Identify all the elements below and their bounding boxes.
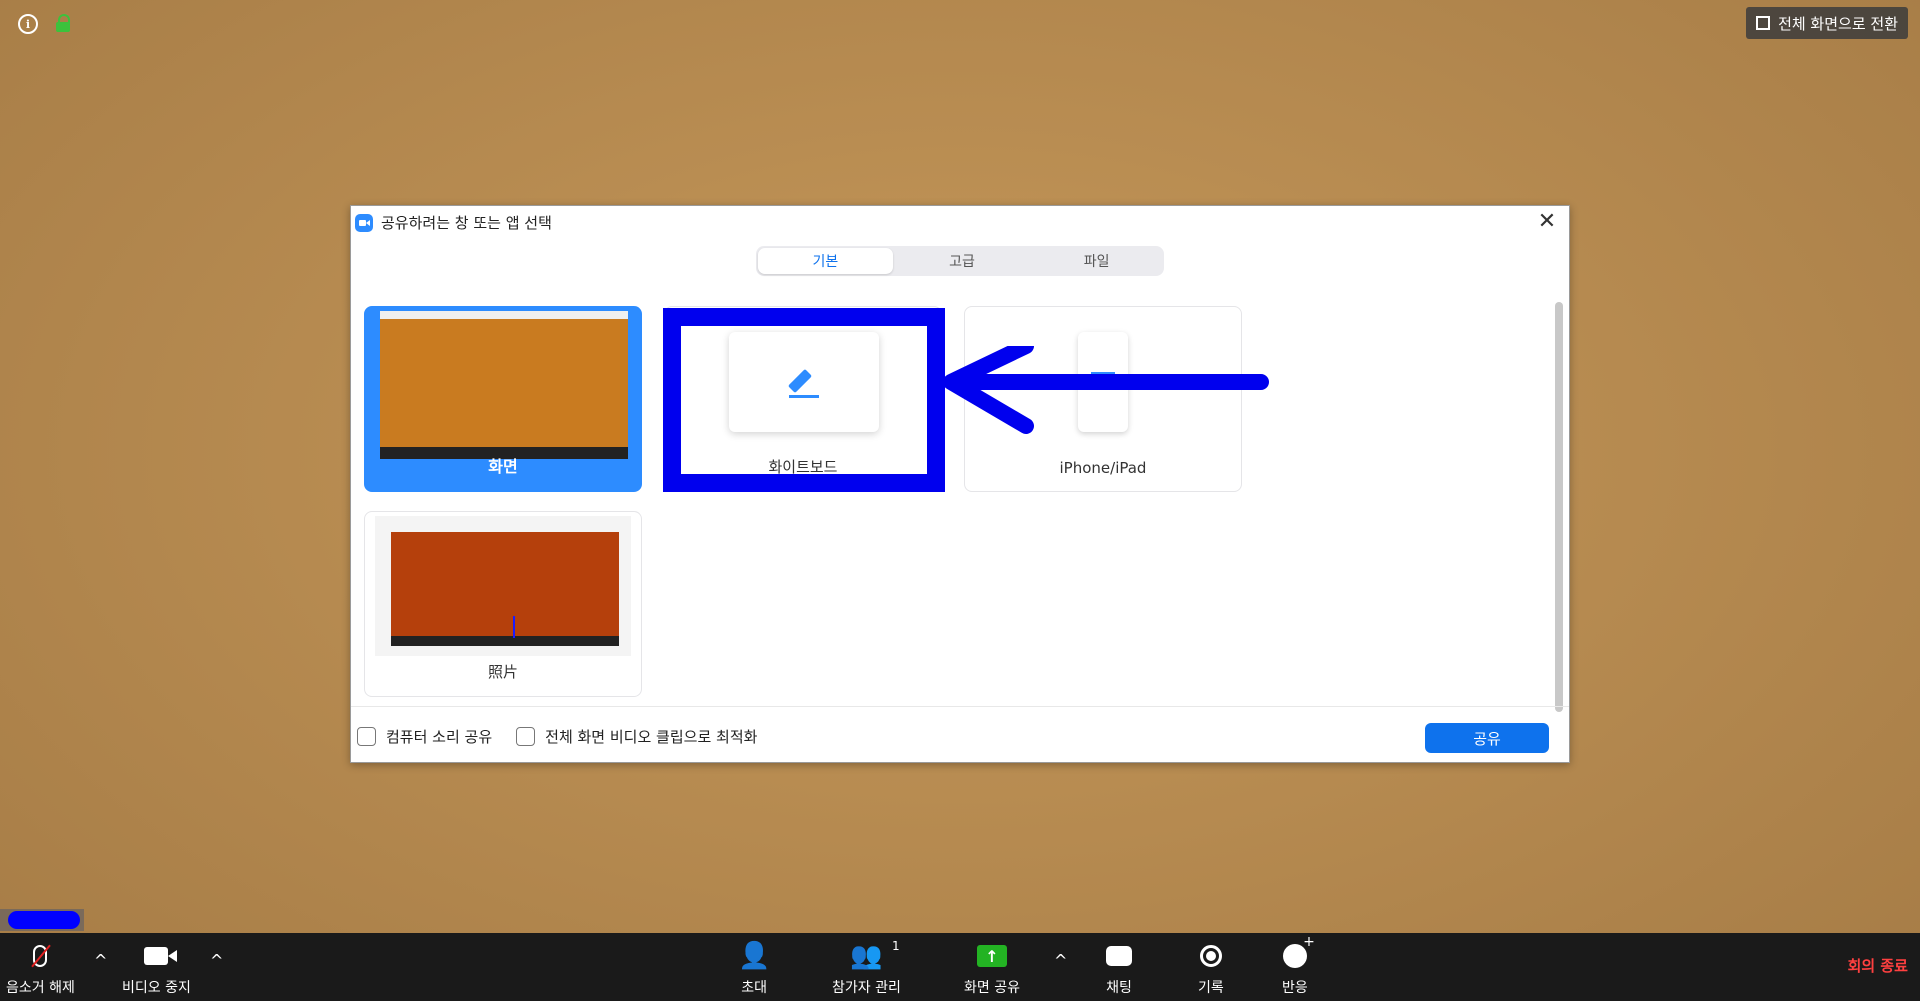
footer-divider <box>351 706 1569 707</box>
record-icon <box>1199 945 1222 967</box>
info-icon[interactable]: i <box>18 14 38 34</box>
participants-button[interactable]: 👥 참가자 관리 <box>832 941 901 997</box>
meeting-toolbar: 음소거 해제 ^ 비디오 중지 ^ 👤 초대 👥 참가자 관리 1 ↑ 화면 공… <box>0 933 1920 1001</box>
microphone-muted-icon <box>33 945 48 967</box>
optimize-video-checkbox[interactable]: 전체 화면 비디오 클립으로 최적화 <box>516 726 757 747</box>
unmute-button[interactable]: 음소거 해제 <box>6 941 75 997</box>
share-option-photo[interactable]: 照片 <box>364 511 642 697</box>
share-screen-label: 화면 공유 <box>964 980 1020 996</box>
share-dialog: 공유하려는 창 또는 앱 선택 ✕ 기본 고급 파일 화면 화이트보드 iPho… <box>350 205 1570 763</box>
share-tabs: 기본 고급 파일 <box>756 246 1164 276</box>
record-button[interactable]: 기록 <box>1198 941 1224 997</box>
tab-basic[interactable]: 기본 <box>758 248 893 274</box>
chat-label: 채팅 <box>1106 980 1132 996</box>
invite-label: 초대 <box>741 980 768 996</box>
dialog-title: 공유하려는 창 또는 앱 선택 <box>381 214 552 232</box>
checkbox-box[interactable] <box>516 727 536 746</box>
chat-button[interactable]: 채팅 <box>1106 941 1132 997</box>
top-status-icons: i <box>18 14 70 34</box>
share-screen-icon: ↑ <box>976 945 1007 967</box>
self-view-thumbnail[interactable] <box>0 909 84 931</box>
fullscreen-button[interactable]: 전체 화면으로 전환 <box>1746 7 1908 39</box>
share-sound-checkbox[interactable]: 컴퓨터 소리 공유 <box>357 726 492 747</box>
share-option-label: 화면 <box>488 457 518 476</box>
share-options-caret-icon[interactable]: ^ <box>1054 951 1067 970</box>
fullscreen-icon <box>1756 16 1771 30</box>
tab-advanced[interactable]: 고급 <box>895 246 1030 276</box>
screen-thumbnail <box>380 311 628 459</box>
photo-thumbnail <box>375 516 631 656</box>
share-option-screen[interactable]: 화면 <box>364 306 642 492</box>
unmute-label: 음소거 해제 <box>6 980 75 996</box>
camera-icon <box>144 947 178 965</box>
invite-button[interactable]: 👤 초대 <box>738 941 770 997</box>
share-button[interactable]: 공유 <box>1425 723 1549 753</box>
audio-options-caret-icon[interactable]: ^ <box>94 951 107 970</box>
annotation-highlight-box <box>663 308 945 492</box>
reactions-button[interactable]: 반응 <box>1282 934 1315 997</box>
stop-video-button[interactable]: 비디오 중지 <box>122 941 191 997</box>
tab-files[interactable]: 파일 <box>1029 246 1164 276</box>
scrollbar[interactable] <box>1555 302 1563 712</box>
participants-label: 참가자 관리 <box>832 980 901 996</box>
annotation-arrow <box>943 346 1269 434</box>
chat-bubble-icon <box>1106 946 1132 966</box>
participants-count-badge: 1 <box>892 939 900 953</box>
zoom-logo-icon <box>355 213 373 232</box>
smiley-icon <box>1282 934 1315 968</box>
record-label: 기록 <box>1198 980 1224 996</box>
video-options-caret-icon[interactable]: ^ <box>210 951 223 970</box>
close-button[interactable]: ✕ <box>1535 210 1559 234</box>
checkbox-box[interactable] <box>357 727 376 746</box>
participants-icon: 👥 <box>850 941 883 971</box>
share-option-label: iPhone/iPad <box>1059 459 1147 477</box>
share-sound-label: 컴퓨터 소리 공유 <box>386 728 493 746</box>
add-person-icon: 👤 <box>738 941 771 971</box>
stop-video-label: 비디오 중지 <box>122 980 191 996</box>
dialog-footer: 컴퓨터 소리 공유 전체 화면 비디오 클립으로 최적화 <box>357 726 757 747</box>
lock-icon[interactable] <box>56 14 70 32</box>
end-meeting-button[interactable]: 회의 종료 <box>1848 955 1908 976</box>
fullscreen-label: 전체 화면으로 전환 <box>1778 14 1898 33</box>
share-screen-button[interactable]: ↑ 화면 공유 <box>964 941 1020 997</box>
share-option-label: 照片 <box>487 663 518 681</box>
optimize-video-label: 전체 화면 비디오 클립으로 최적화 <box>545 728 758 746</box>
dialog-titlebar: 공유하려는 창 또는 앱 선택 <box>355 212 552 233</box>
reactions-label: 반응 <box>1282 980 1308 996</box>
